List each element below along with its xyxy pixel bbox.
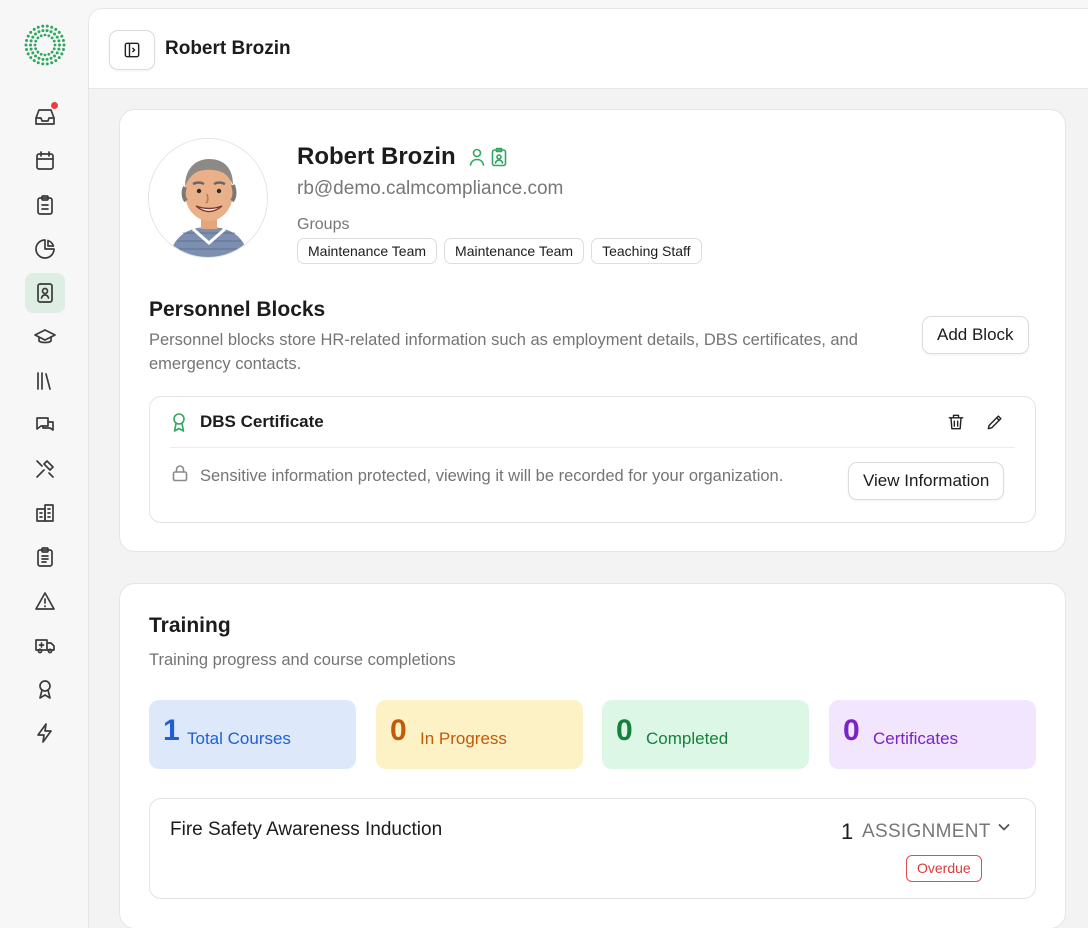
stat-value: 0: [390, 714, 407, 747]
sidebar-item-certificates[interactable]: [25, 669, 65, 709]
building-icon: [36, 504, 54, 522]
personnel-blocks-title: Personnel Blocks: [149, 298, 326, 321]
group-chip[interactable]: Teaching Staff: [591, 238, 702, 264]
award-icon: [170, 411, 188, 438]
sidebar-item-calendar[interactable]: [25, 141, 65, 181]
trash-icon: [948, 414, 964, 430]
view-information-button[interactable]: View Information: [848, 462, 1005, 500]
pencil-icon: [987, 415, 1002, 430]
stat-label: Certificates: [873, 729, 959, 748]
tools-icon: [36, 460, 54, 478]
sidebar-item-first-aid[interactable]: [25, 625, 65, 665]
sidebar-item-tools[interactable]: [25, 449, 65, 489]
divider: [170, 447, 1015, 448]
clipboard-icon: [37, 195, 53, 215]
sidebar-item-reports[interactable]: [25, 229, 65, 269]
top-bar: Robert Brozin: [89, 9, 1088, 89]
profile-email: rb@demo.calmcompliance.com: [297, 178, 564, 199]
page-title: Robert Brozin: [165, 38, 291, 59]
sidebar-item-inbox[interactable]: [25, 97, 65, 137]
training-card: Training Training progress and course co…: [119, 583, 1066, 928]
groups-label: Groups: [297, 216, 350, 233]
sidebar-item-sites[interactable]: [25, 493, 65, 533]
lightning-icon: [37, 723, 52, 743]
assignment-count: 1: [841, 819, 854, 844]
sidebar-toggle-button[interactable]: [109, 30, 155, 70]
sidebar-toggle-icon: [124, 42, 140, 58]
stat-in-progress: 0 In Progress: [376, 700, 583, 769]
training-description: Training progress and course completions: [149, 651, 456, 669]
group-chips: Maintenance Team Maintenance Team Teachi…: [297, 238, 702, 264]
sensitive-notice: Sensitive information protected, viewing…: [200, 467, 784, 485]
block-title: DBS Certificate: [200, 412, 324, 431]
personnel-blocks-description: Personnel blocks store HR-related inform…: [149, 331, 858, 373]
stat-label: Total Courses: [187, 729, 291, 748]
chevron-down-icon[interactable]: [996, 819, 1012, 840]
stat-value: 1: [163, 714, 180, 747]
profile-role-icons: [468, 147, 508, 167]
training-title: Training: [149, 614, 231, 637]
sidebar: [0, 0, 88, 928]
stat-certificates: 0 Certificates: [829, 700, 1036, 769]
profile-name: Robert Brozin: [297, 143, 456, 170]
sidebar-item-people[interactable]: [25, 273, 65, 313]
messages-icon: [36, 417, 54, 431]
user-icon: [469, 148, 485, 166]
main-content: Robert Brozin Robert Brozin rb@demo.calm…: [88, 8, 1088, 928]
brand-logo-icon[interactable]: [24, 24, 66, 66]
sidebar-item-messages[interactable]: [25, 405, 65, 445]
id-badge-icon: [491, 147, 507, 167]
personnel-block-dbs: DBS Certificate Sensitive information pr…: [149, 396, 1036, 523]
sidebar-item-library[interactable]: [25, 361, 65, 401]
stat-value: 0: [616, 714, 633, 747]
notification-dot: [50, 101, 59, 110]
library-icon: [33, 369, 57, 393]
clipboard-list-icon: [37, 547, 53, 567]
lock-icon: [170, 463, 190, 488]
graduation-cap-icon: [34, 329, 56, 344]
stat-total-courses: 1 Total Courses: [149, 700, 356, 769]
edit-block-button[interactable]: [982, 409, 1008, 435]
stat-completed: 0 Completed: [602, 700, 809, 769]
contact-book-icon: [37, 283, 53, 303]
pie-chart-icon: [35, 239, 55, 259]
stat-label: Completed: [646, 729, 729, 748]
sidebar-item-training[interactable]: [25, 317, 65, 357]
assignment-label: ASSIGNMENT: [862, 821, 991, 842]
delete-block-button[interactable]: [943, 409, 969, 435]
group-chip[interactable]: Maintenance Team: [297, 238, 438, 264]
calendar-icon: [36, 151, 54, 170]
profile-card: Robert Brozin rb@demo.calmcompliance.com…: [119, 109, 1066, 552]
course-row[interactable]: Fire Safety Awareness Induction 1 ASSIGN…: [149, 798, 1036, 899]
group-chip[interactable]: Maintenance Team: [444, 238, 585, 264]
award-icon: [39, 680, 51, 699]
course-title: Fire Safety Awareness Induction: [170, 819, 443, 840]
stat-label: In Progress: [420, 729, 507, 748]
sidebar-item-checklists[interactable]: [25, 537, 65, 577]
avatar: [148, 138, 268, 258]
stat-value: 0: [843, 714, 860, 747]
add-block-button[interactable]: Add Block: [922, 316, 1029, 354]
sidebar-item-tasks[interactable]: [25, 185, 65, 225]
sidebar-item-incidents[interactable]: [25, 581, 65, 621]
sidebar-item-automations[interactable]: [25, 713, 65, 753]
status-badge: Overdue: [906, 855, 982, 882]
warning-icon: [35, 592, 55, 610]
ambulance-icon: [35, 639, 55, 654]
